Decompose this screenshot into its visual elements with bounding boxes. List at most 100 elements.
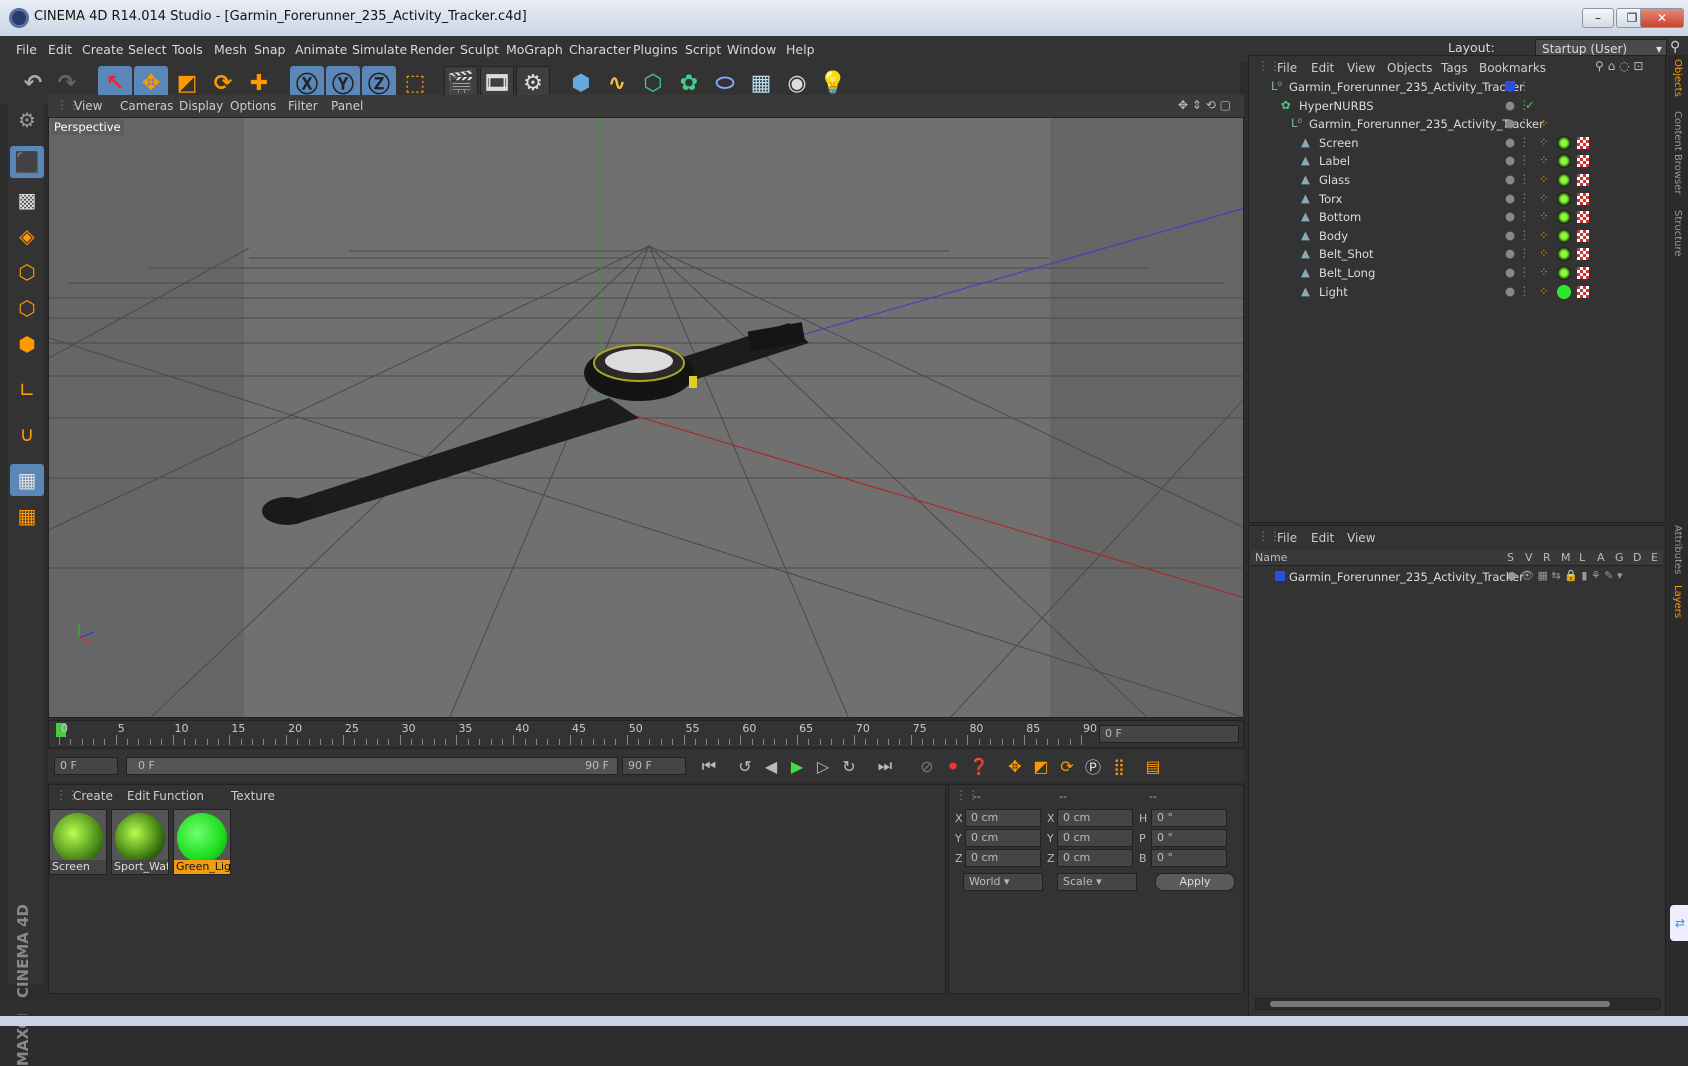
object-row[interactable]: ✿ HyperNURBS ● ⋮ ✓ — [1249, 97, 1665, 117]
obj-menu-bookmarks[interactable]: Bookmarks — [1479, 61, 1546, 75]
phong-tag-icon[interactable]: ⁘ — [1539, 116, 1549, 130]
enabled-check-icon[interactable]: ✓ — [1525, 98, 1535, 112]
key-rotation-icon[interactable]: ⟳ — [1054, 754, 1080, 778]
texture-tag-icon[interactable] — [1577, 155, 1589, 168]
visibility-dots[interactable]: ● ⋮ — [1505, 228, 1530, 242]
layer-flags-icons[interactable]: ● 👁 ▦ ⇆ 🔒 ▮ ⚘ ✎ ▾ — [1507, 569, 1623, 582]
key-scale-icon[interactable]: ◩ — [1028, 754, 1054, 778]
apply-button[interactable]: Apply — [1155, 873, 1235, 891]
coord-size-z[interactable]: 0 cm — [1057, 849, 1133, 867]
current-frame-field[interactable]: 0 F — [1099, 725, 1239, 743]
object-row[interactable]: ▲ Torx ● ⋮ ⁘ — [1249, 190, 1665, 210]
texture-tag-icon[interactable] — [1577, 248, 1589, 261]
material-tag-icon[interactable] — [1557, 228, 1571, 243]
phong-tag-icon[interactable]: ⁘ — [1539, 153, 1549, 167]
visibility-dots[interactable]: ● ⋮ — [1505, 246, 1530, 260]
menu-render[interactable]: Render — [410, 42, 455, 57]
obj-search-icon[interactable]: ⚲ ⌂ ◌ ⊡ — [1595, 59, 1643, 73]
key-point-level-icon[interactable]: ⣿ — [1106, 754, 1132, 778]
layer-row[interactable]: Garmin_Forerunner_235_Activity_Tracker ●… — [1251, 568, 1667, 588]
object-row[interactable]: ▲ Light ● ⋮ ⁘ — [1249, 283, 1665, 303]
layer-menu-edit[interactable]: Edit — [1311, 531, 1334, 545]
coord-pos-y[interactable]: 0 cm — [965, 829, 1041, 847]
key-position-icon[interactable]: ✥ — [1002, 754, 1028, 778]
menu-select[interactable]: Select — [128, 42, 167, 57]
phong-tag-icon[interactable]: ⁘ — [1539, 284, 1549, 298]
viewport-nav-icon[interactable]: ✥ ⇕ ⟲ ▢ — [1178, 98, 1231, 112]
locked-workplane-icon[interactable]: ▦ — [10, 500, 44, 532]
coord-space-select[interactable]: World ▾ — [963, 873, 1043, 891]
texture-tag-icon[interactable] — [1577, 136, 1589, 149]
object-row[interactable]: ▲ Bottom ● ⋮ ⁘ — [1249, 208, 1665, 228]
tab-structure[interactable]: Structure — [1672, 210, 1683, 257]
coord-mode-select[interactable]: Scale ▾ — [1057, 873, 1137, 891]
axis-mode-icon[interactable]: ∟ — [10, 374, 44, 406]
polygons-mode-icon[interactable]: ⬢ — [10, 328, 44, 360]
material-tag-icon[interactable] — [1557, 191, 1571, 206]
menu-mograph[interactable]: MoGraph — [506, 42, 563, 57]
menu-window[interactable]: Window — [727, 42, 776, 57]
keyframe-icon[interactable]: ⊘ — [914, 754, 940, 778]
texture-tag-icon[interactable] — [1577, 267, 1589, 279]
phong-tag-icon[interactable]: ⁘ — [1539, 191, 1549, 205]
visibility-dots[interactable]: ● ⋮ — [1505, 135, 1530, 149]
start-frame-field[interactable]: 0 F — [54, 757, 118, 775]
menu-tools[interactable]: Tools — [172, 42, 203, 57]
points-mode-icon[interactable]: ⬡ — [10, 256, 44, 288]
workplane-mode-icon[interactable]: ◈ — [10, 220, 44, 252]
phong-tag-icon[interactable]: ⁘ — [1539, 265, 1549, 279]
texture-tag-icon[interactable] — [1577, 174, 1589, 186]
obj-menu-file[interactable]: File — [1277, 61, 1297, 75]
obj-menu-objects[interactable]: Objects — [1387, 61, 1432, 75]
undo-icon[interactable]: ↶ — [16, 66, 50, 100]
workplane-lock-icon[interactable]: ▦ — [10, 464, 44, 496]
mat-menu-texture[interactable]: Texture — [231, 789, 275, 803]
scrollbar-thumb[interactable] — [1270, 1001, 1610, 1007]
viewport-menu-display[interactable]: Display — [179, 99, 223, 113]
material-tag-icon[interactable] — [1557, 284, 1571, 299]
obj-menu-view[interactable]: View — [1347, 61, 1375, 75]
menu-character[interactable]: Character — [569, 42, 631, 57]
coord-pos-z[interactable]: 0 cm — [965, 849, 1041, 867]
record-icon[interactable]: ⏺ — [940, 754, 966, 778]
horizontal-scrollbar[interactable] — [1255, 998, 1661, 1010]
coord-rot-p[interactable]: 0 ° — [1151, 829, 1227, 847]
timeline-ruler[interactable]: 0 5 10 15 20 25 30 35 40 45 50 55 60 65 70 75 80 85 90 0 F — [48, 720, 1244, 748]
make-editable-icon[interactable]: ⚙ — [10, 104, 44, 136]
viewport-menu-cameras[interactable]: Cameras — [120, 99, 173, 113]
texture-tag-icon[interactable] — [1577, 192, 1589, 205]
object-row[interactable]: ▲ Belt_Shot ● ⋮ ⁘ — [1249, 245, 1665, 265]
phong-tag-icon[interactable]: ⁘ — [1539, 172, 1549, 186]
end-frame-field[interactable]: 90 F — [622, 757, 686, 775]
material-tag-icon[interactable] — [1557, 247, 1571, 262]
phong-tag-icon[interactable]: ⁘ — [1539, 209, 1549, 223]
visibility-dots[interactable]: ● ⋮ — [1505, 284, 1530, 298]
material-green-light[interactable]: Green_Ligh — [173, 809, 231, 875]
menu-simulate[interactable]: Simulate — [352, 42, 407, 57]
timeline-window-icon[interactable]: ▤ — [1140, 754, 1166, 778]
material-tag-icon[interactable] — [1557, 173, 1571, 187]
obj-menu-tags[interactable]: Tags — [1441, 61, 1468, 75]
visibility-dots[interactable]: ● ⋮ — [1505, 153, 1530, 167]
coord-size-y[interactable]: 0 cm — [1057, 829, 1133, 847]
menu-create[interactable]: Create — [82, 42, 124, 57]
material-tag-icon[interactable] — [1557, 154, 1571, 169]
object-row[interactable]: ▲ Belt_Long ● ⋮ ⁘ — [1249, 264, 1665, 284]
material-tag-icon[interactable] — [1557, 266, 1571, 280]
menu-animate[interactable]: Animate — [295, 42, 347, 57]
mat-menu-create[interactable]: Create — [73, 789, 113, 803]
tab-attributes[interactable]: Attributes — [1672, 525, 1683, 574]
preview-range-slider[interactable]: 0 F 90 F — [126, 757, 618, 775]
tab-objects[interactable]: Objects — [1672, 59, 1683, 97]
key-param-icon[interactable]: Ⓟ — [1080, 754, 1106, 778]
search-icon[interactable]: ⚲ — [1670, 39, 1680, 55]
object-row[interactable]: ▲ Label ● ⋮ ⁘ — [1249, 152, 1665, 172]
object-row[interactable]: L⁰ Garmin_Forerunner_235_Activity_Tracker… — [1249, 78, 1665, 98]
autokey-icon[interactable]: ❓ — [966, 754, 992, 778]
coord-rot-h[interactable]: 0 ° — [1151, 809, 1227, 827]
goto-start-icon[interactable]: ⏮ — [696, 754, 722, 778]
object-row[interactable]: ▲ Body ● ⋮ ⁘ — [1249, 227, 1665, 247]
menu-help[interactable]: Help — [786, 42, 815, 57]
menu-edit[interactable]: Edit — [48, 42, 72, 57]
teamviewer-icon[interactable]: ⇄ — [1670, 905, 1688, 941]
